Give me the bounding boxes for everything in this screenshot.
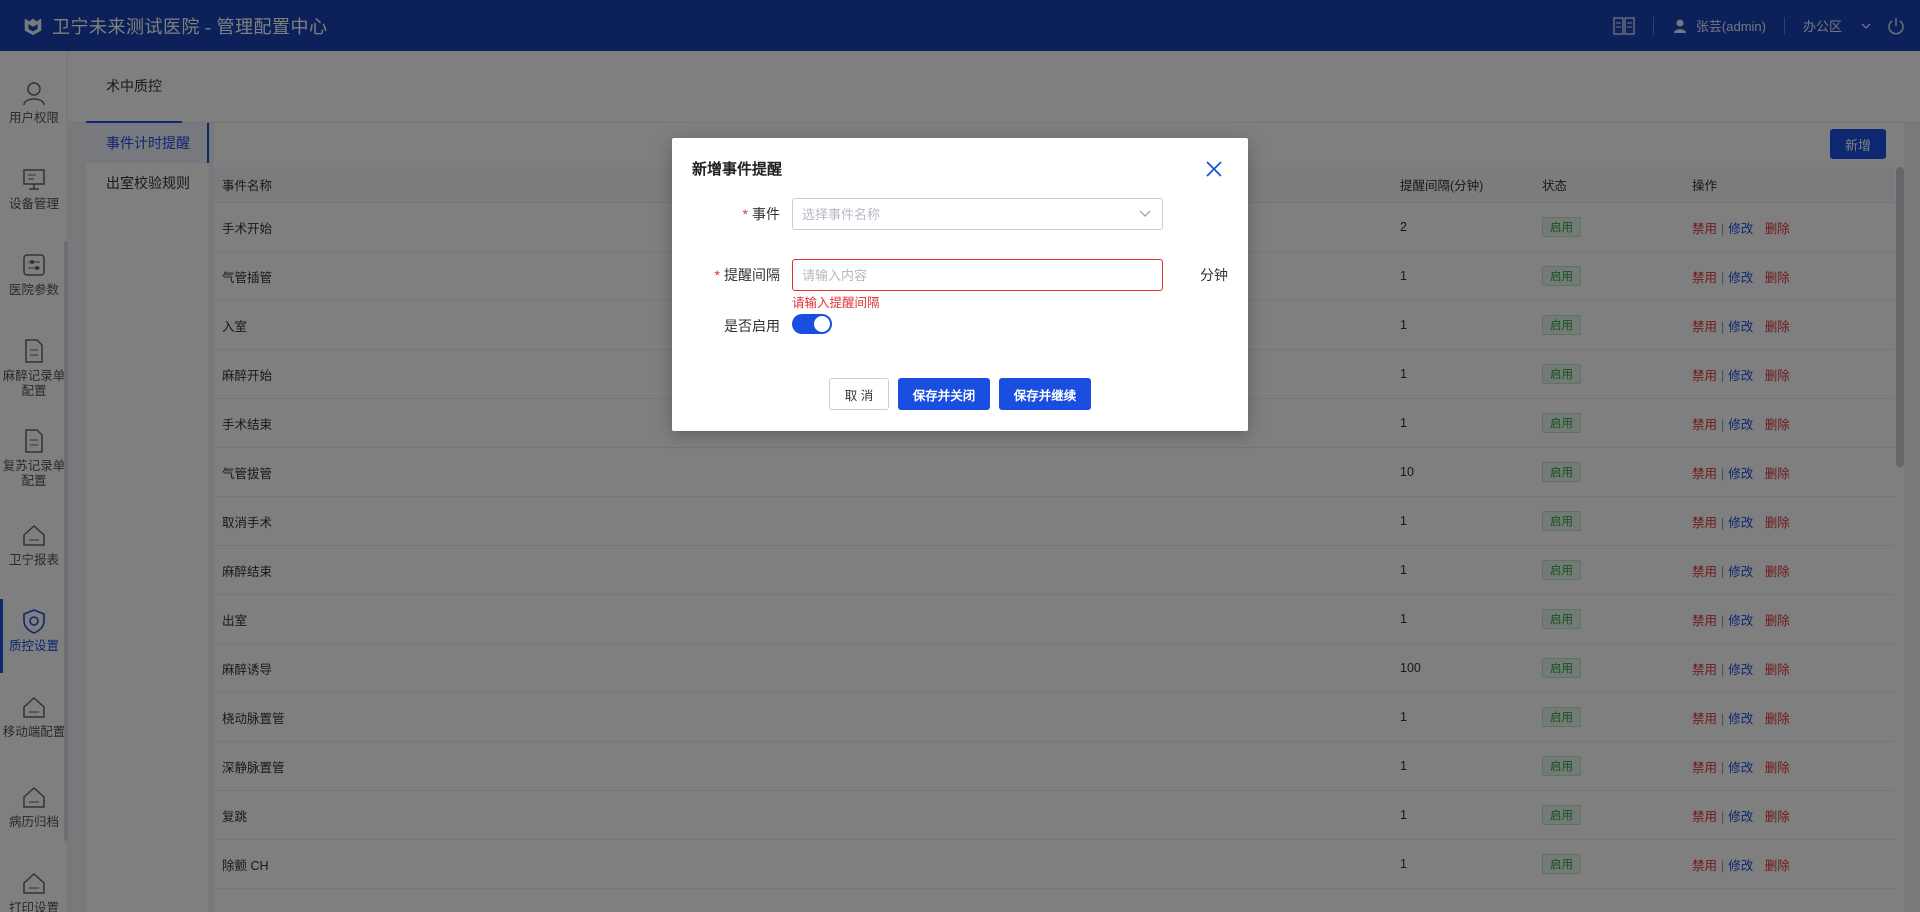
modal-overlay[interactable] bbox=[0, 0, 1920, 912]
close-icon[interactable] bbox=[1203, 158, 1225, 180]
interval-label: * 提醒间隔 bbox=[714, 267, 780, 283]
interval-error-message: 请输入提醒间隔 bbox=[792, 296, 880, 310]
event-select[interactable] bbox=[792, 198, 1163, 230]
cancel-button[interactable]: 取 消 bbox=[829, 378, 889, 410]
interval-input[interactable] bbox=[792, 259, 1163, 291]
event-label: * 事件 bbox=[742, 206, 780, 222]
event-row: * 事件 bbox=[672, 198, 1248, 230]
toggle-knob bbox=[814, 316, 830, 332]
dialog-title: 新增事件提醒 bbox=[692, 161, 783, 178]
enabled-label: 是否启用 bbox=[724, 318, 780, 334]
enabled-toggle[interactable] bbox=[792, 314, 832, 334]
add-event-reminder-dialog: 新增事件提醒 *事件 *提醒间隔 分钟 请输入提醒间隔 是否启用 取 消 保存并… bbox=[672, 138, 1248, 431]
save-and-continue-button[interactable]: 保存并继续 bbox=[999, 378, 1091, 410]
chevron-down-icon bbox=[1139, 210, 1151, 217]
save-and-close-button[interactable]: 保存并关闭 bbox=[898, 378, 990, 410]
interval-unit: 分钟 bbox=[1200, 267, 1228, 283]
enabled-row: 是否启用 bbox=[672, 310, 1248, 342]
interval-row: *提醒间隔 分钟 bbox=[672, 259, 1248, 291]
